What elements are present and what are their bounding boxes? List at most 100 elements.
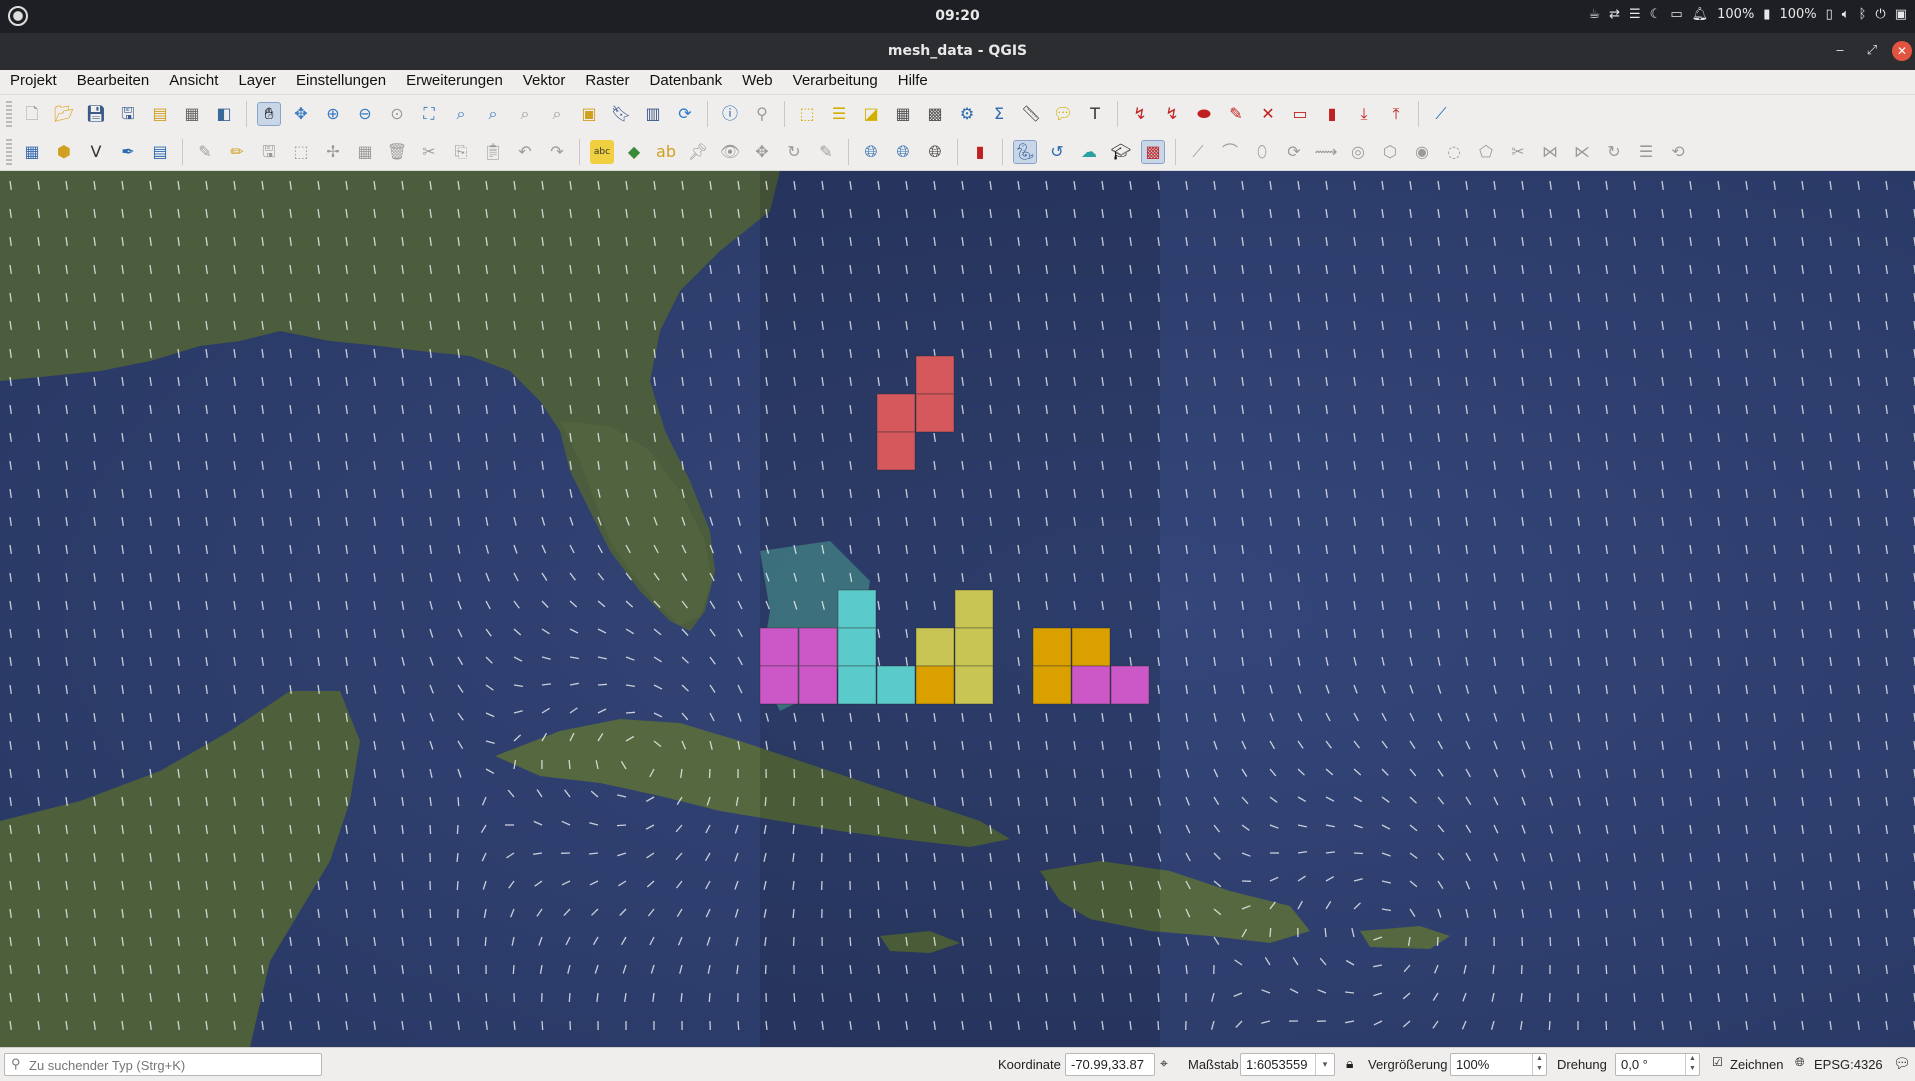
statistical-summary-icon[interactable]: Σ — [987, 102, 1011, 126]
chevron-down-icon[interactable]: ▾ — [1315, 1054, 1334, 1075]
menu-hilfe[interactable]: Hilfe — [888, 70, 938, 94]
map-canvas[interactable] — [0, 171, 1915, 1047]
menu-bearbeiten[interactable]: Bearbeiten — [67, 70, 160, 94]
notification-icon[interactable]: 🔔︎ — [1692, 7, 1709, 22]
digitize-pen-icon[interactable]: ✒ — [116, 140, 140, 164]
tetris-plugin-icon[interactable]: ▩ — [1141, 140, 1165, 164]
text-annotation-icon[interactable]: T — [1083, 102, 1107, 126]
coffee-icon[interactable]: ☕ — [1588, 7, 1600, 22]
new-project-icon[interactable]: 🗋 — [20, 102, 44, 126]
new-bookmark-icon[interactable]: 🔖︎ — [609, 102, 633, 126]
advanced-digitize-icon[interactable]: ⟋ — [1186, 140, 1210, 164]
plugin-reload-icon[interactable]: ↺ — [1045, 140, 1069, 164]
delete-selected-icon[interactable]: 🗑︎ — [385, 140, 409, 164]
delete-ring-icon[interactable]: ◌ — [1442, 140, 1466, 164]
layer-labeling-icon[interactable]: ◆ — [622, 140, 646, 164]
pdf-icon[interactable]: ▮ — [968, 140, 992, 164]
messages-icon[interactable]: 💬︎ — [1893, 1055, 1911, 1072]
maximize-button[interactable]: ⤢ — [1862, 41, 1882, 61]
add-mesh-icon[interactable]: ▤ — [148, 140, 172, 164]
coordinate-toggle-icon[interactable]: ⌖ — [1160, 1055, 1168, 1072]
zoom-next-icon[interactable]: ⌕ — [545, 102, 569, 126]
window-icon[interactable]: ▣ — [1895, 7, 1907, 22]
crs-label[interactable]: EPSG:4326 — [1814, 1057, 1883, 1072]
metasearch-icon[interactable]: 🌐︎ — [859, 140, 883, 164]
menu-icon[interactable]: ☰ — [1629, 7, 1641, 22]
label-options-icon[interactable]: ab — [654, 140, 678, 164]
add-part-icon[interactable]: ⬡ — [1378, 140, 1402, 164]
pan-icon[interactable]: ✋︎ — [257, 102, 281, 126]
device-icon[interactable]: ▯ — [1826, 7, 1833, 22]
eraser-icon[interactable]: ✎ — [1224, 102, 1248, 126]
measure-icon[interactable]: 📏︎ — [1019, 102, 1043, 126]
menu-vektor[interactable]: Vektor — [513, 70, 576, 94]
menu-projekt[interactable]: Projekt — [0, 70, 67, 94]
quickmap-icon[interactable]: ☁ — [1077, 140, 1101, 164]
cut-icon[interactable]: ✂ — [417, 140, 441, 164]
field-calculator-icon[interactable]: ▩ — [923, 102, 947, 126]
locator-search-input[interactable] — [27, 1055, 321, 1076]
zoom-full-icon[interactable]: ⛶ — [417, 102, 441, 126]
save-project-icon[interactable]: 💾︎ — [84, 102, 108, 126]
toolbar-grip-2[interactable] — [6, 139, 12, 165]
select-by-value-icon[interactable]: ☰ — [827, 102, 851, 126]
lock-icon[interactable]: 🔒︎ — [1346, 1055, 1353, 1072]
menu-einstellungen[interactable]: Einstellungen — [286, 70, 396, 94]
delete-icon[interactable]: ✕ — [1256, 102, 1280, 126]
rotation-spinner[interactable]: ▲▼ — [1685, 1054, 1699, 1075]
simplify-icon[interactable]: ⟿ — [1314, 140, 1338, 164]
refresh-icon[interactable]: ⟳ — [673, 102, 697, 126]
volume-icon[interactable]: 🔈︎ — [1842, 7, 1850, 22]
fill-ring-icon[interactable]: ◉ — [1410, 140, 1434, 164]
zoom-last-icon[interactable]: ⌕ — [513, 102, 537, 126]
undo-icon[interactable]: ↶ — [513, 140, 537, 164]
label-tool-icon[interactable]: abc — [590, 140, 614, 164]
align-icon[interactable]: ☰ — [1634, 140, 1658, 164]
folder-icon[interactable]: ▭ — [1670, 7, 1682, 22]
save-edits-icon[interactable]: 🖫 — [257, 140, 281, 164]
annotation-icon[interactable]: 💬︎ — [1051, 102, 1075, 126]
offset-curve-icon[interactable]: ⌒ — [1218, 140, 1242, 164]
attribute-table-icon[interactable]: ▦ — [891, 102, 915, 126]
bookmark-red-icon[interactable]: ▮ — [1320, 102, 1344, 126]
split-features-icon[interactable]: ✂ — [1506, 140, 1530, 164]
rotate-feature-icon[interactable]: ⟳ — [1282, 140, 1306, 164]
pin-labels-icon[interactable]: 📌︎ — [686, 140, 710, 164]
reshape-icon[interactable]: ⬯ — [1250, 140, 1274, 164]
new-print-layout-icon[interactable]: ▤ — [148, 102, 172, 126]
add-feature-icon[interactable]: ⬚ — [289, 140, 313, 164]
menu-verarbeitung[interactable]: Verarbeitung — [783, 70, 888, 94]
locator-search[interactable]: ⚲ — [4, 1053, 322, 1076]
copy-icon[interactable]: ⎘ — [449, 140, 473, 164]
new-map-view-icon[interactable]: ▣ — [577, 102, 601, 126]
map-svg[interactable] — [0, 171, 1915, 1047]
shape-icon[interactable]: ⬬ — [1192, 102, 1216, 126]
vertex-tool-icon[interactable]: ✢ — [321, 140, 345, 164]
bluetooth-icon[interactable]: ᛒ — [1859, 7, 1867, 22]
show-bookmarks-icon[interactable]: ▥ — [641, 102, 665, 126]
layout-manager-icon[interactable]: ▦ — [180, 102, 204, 126]
zoom-native-icon[interactable]: ⊙ — [385, 102, 409, 126]
move-label-icon[interactable]: ✥ — [750, 140, 774, 164]
power-icon[interactable]: ⏻ — [1875, 7, 1885, 22]
add-ring-icon[interactable]: ◎ — [1346, 140, 1370, 164]
night-mode-icon[interactable]: ☾ — [1650, 7, 1662, 22]
download-icon[interactable]: ⤓ — [1352, 102, 1376, 126]
minimize-button[interactable]: ‒ — [1830, 41, 1850, 61]
menu-layer[interactable]: Layer — [228, 70, 286, 94]
close-button[interactable]: ✕ — [1892, 41, 1912, 61]
pan-to-selection-icon[interactable]: ✥ — [289, 102, 313, 126]
show-hide-labels-icon[interactable]: 👁︎ — [718, 140, 742, 164]
python-console-icon[interactable]: 🐍︎ — [1013, 140, 1037, 164]
rotate-symbols-icon[interactable]: ↻ — [1602, 140, 1626, 164]
render-checkbox[interactable]: ☑ — [1712, 1055, 1723, 1069]
menu-raster[interactable]: Raster — [575, 70, 639, 94]
deselect-icon[interactable]: ◪ — [859, 102, 883, 126]
menu-datenbank[interactable]: Datenbank — [640, 70, 733, 94]
style-manager-icon[interactable]: ◧ — [212, 102, 236, 126]
paste-icon[interactable]: 📋︎ — [481, 140, 505, 164]
menu-erweiterungen[interactable]: Erweiterungen — [396, 70, 513, 94]
new-geopackage-icon[interactable]: ⬢ — [52, 140, 76, 164]
zoom-layer-icon[interactable]: ⌕ — [481, 102, 505, 126]
merge-features-icon[interactable]: ⋈ — [1538, 140, 1562, 164]
